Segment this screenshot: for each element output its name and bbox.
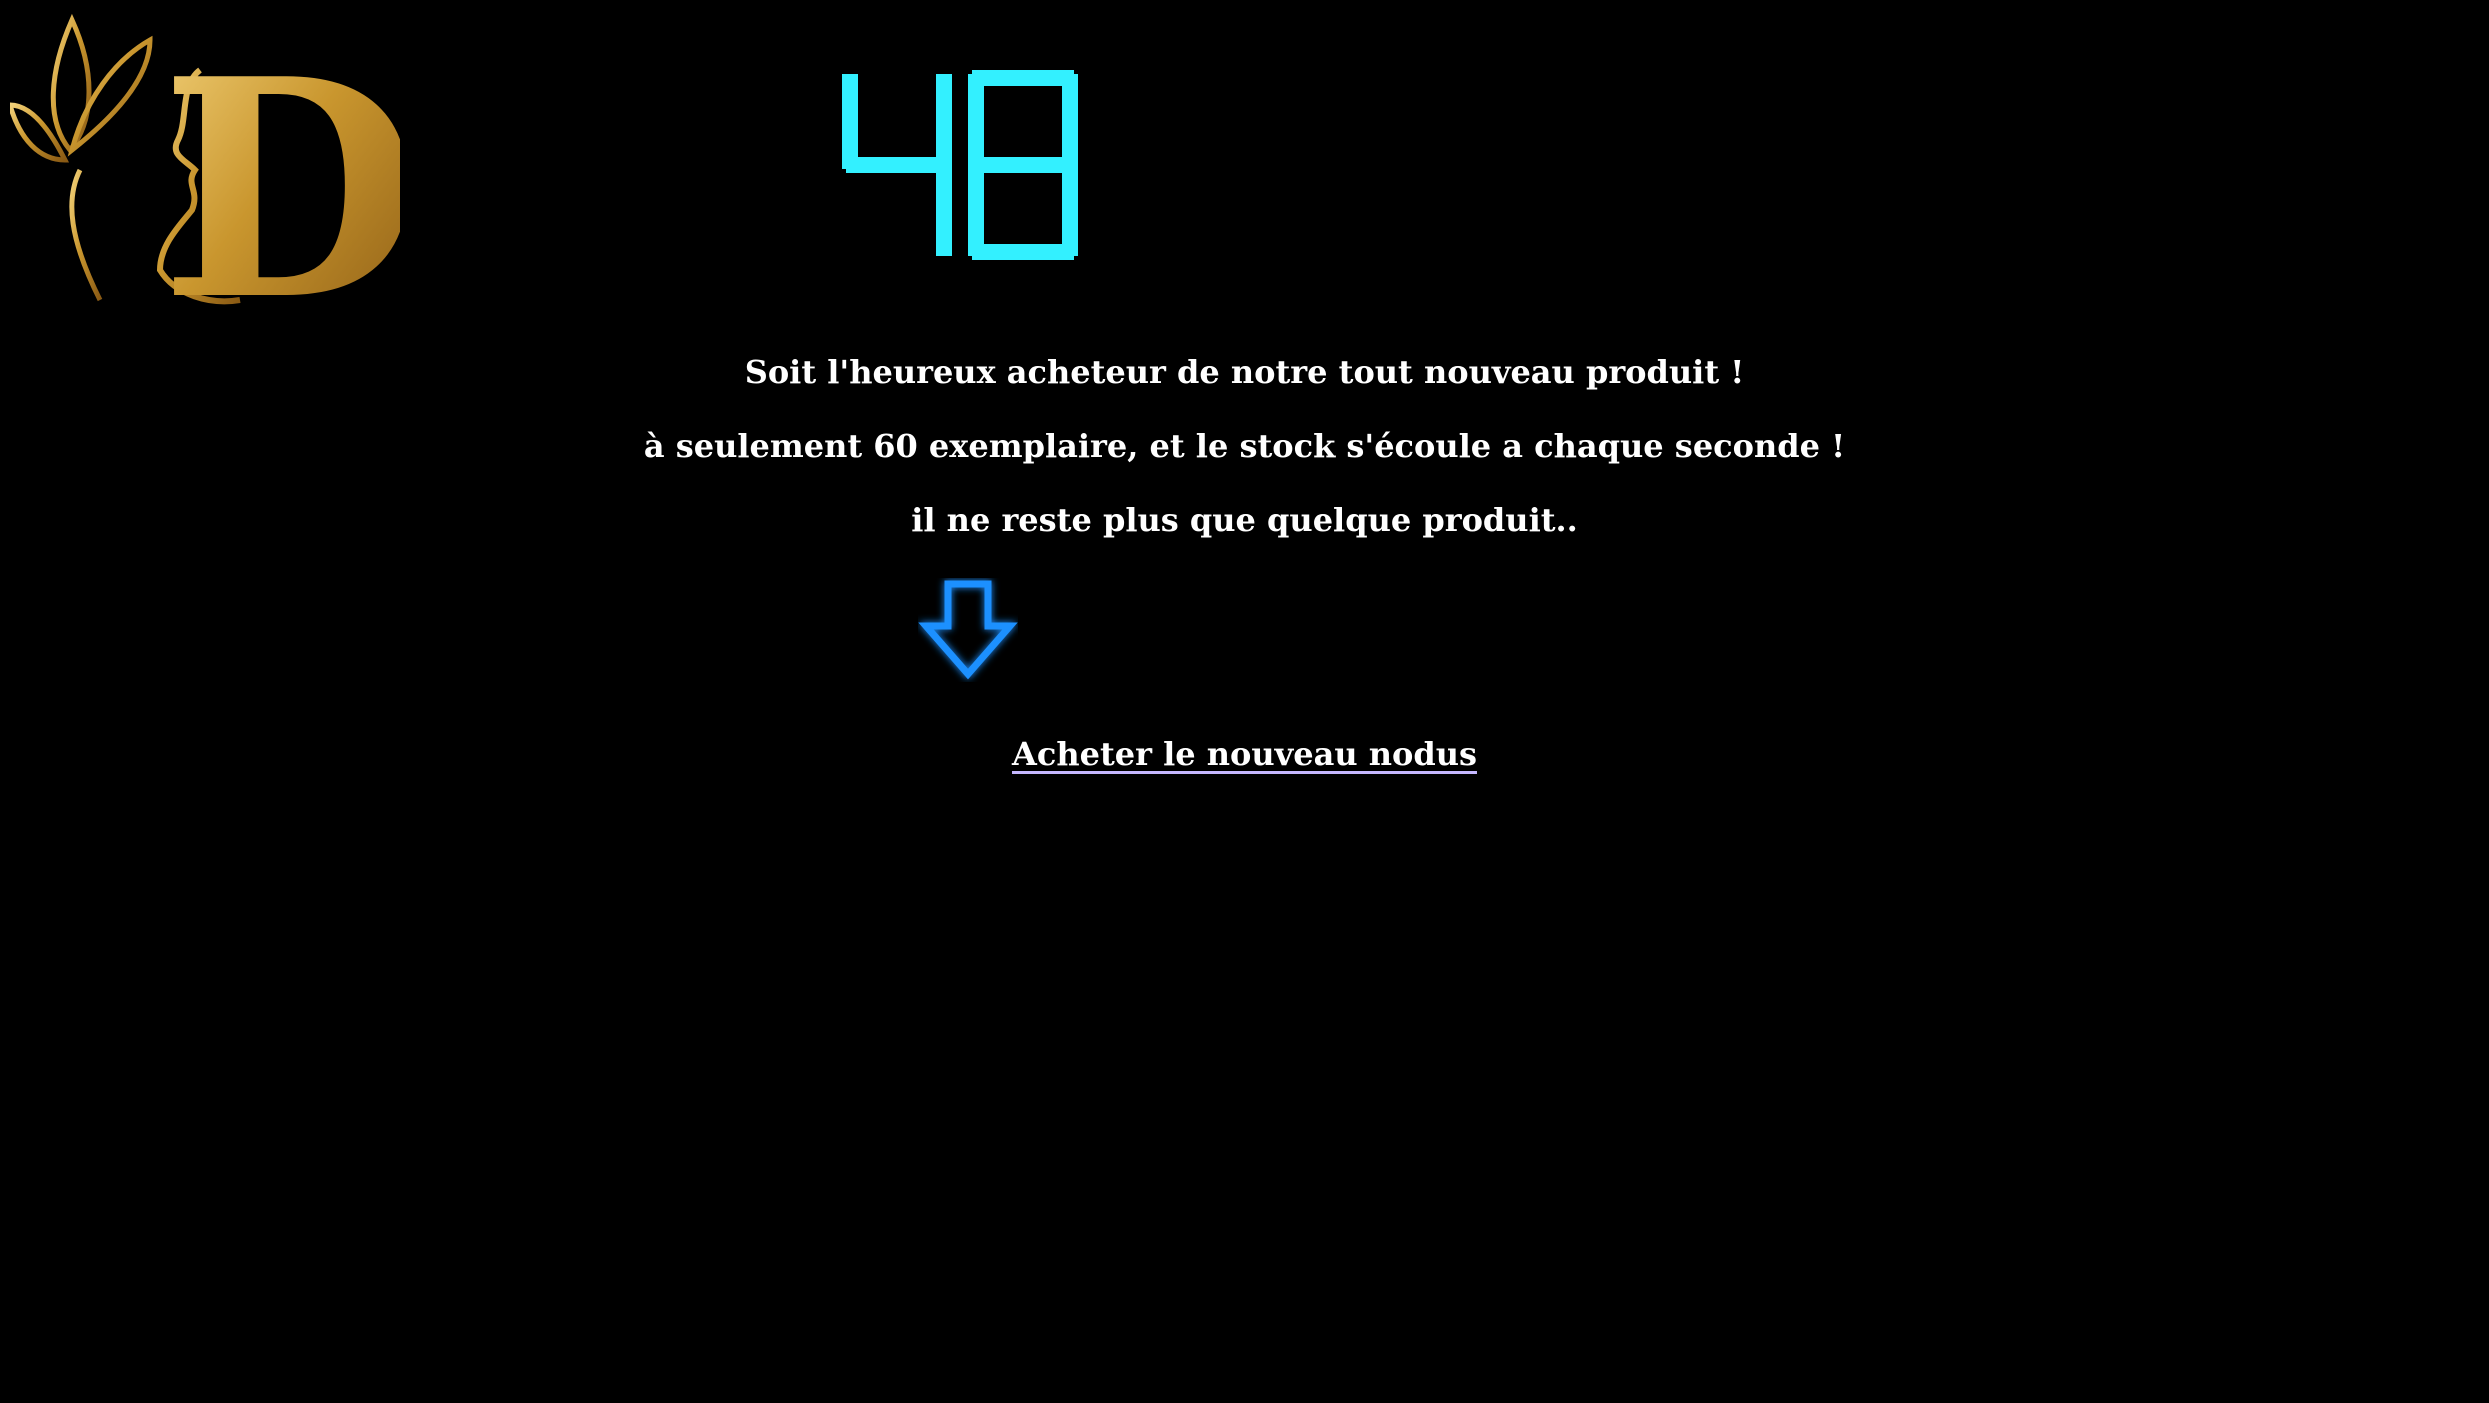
stock-counter xyxy=(842,70,1078,260)
down-arrow-icon xyxy=(918,580,1018,680)
remaining-message: il ne reste plus que quelque produit.. xyxy=(911,501,1578,539)
buy-new-nodus-link[interactable]: Acheter le nouveau nodus xyxy=(1012,735,1477,773)
segment-f xyxy=(968,74,984,169)
segment-a xyxy=(972,70,1074,86)
buy-link-container: Acheter le nouveau nodus xyxy=(0,734,2489,774)
segment-b xyxy=(936,74,952,169)
brand-logo: D xyxy=(10,13,400,310)
segment-d xyxy=(972,244,1074,260)
stock-message: à seulement 60 exemplaire, et le stock s… xyxy=(643,427,1846,465)
logo-letter: D xyxy=(160,13,400,310)
segment-c xyxy=(936,161,952,256)
leaf-icon xyxy=(10,13,153,302)
segment-e xyxy=(968,161,984,256)
segment-b xyxy=(1062,74,1078,169)
headline-message: Soit l'heureux acheteur de notre tout no… xyxy=(744,353,1745,391)
segment-c xyxy=(1062,161,1078,256)
segment-g xyxy=(972,157,1074,173)
segment-g xyxy=(846,157,948,173)
counter-digit-0 xyxy=(842,74,952,256)
segment-f xyxy=(842,74,858,169)
counter-digit-1 xyxy=(968,70,1078,260)
